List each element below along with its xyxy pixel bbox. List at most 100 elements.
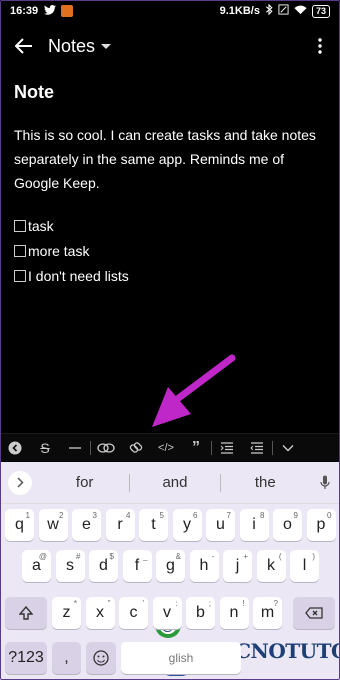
mic-icon[interactable] [310,475,340,490]
suggestion-2[interactable]: and [130,474,219,491]
key-label: l [302,557,307,574]
key-label: d [99,557,108,574]
symbols-key[interactable]: ?123 [5,642,47,674]
task-checkbox[interactable] [14,244,26,257]
key-d[interactable]: d $ [89,550,118,582]
key-hint: * [73,599,77,608]
indent-icon[interactable] [212,434,242,462]
outdent-icon[interactable] [242,434,272,462]
link-chain-icon[interactable] [91,434,121,462]
space-key[interactable]: glish [121,642,241,674]
key-s[interactable]: s # [55,550,85,582]
key-label: j [235,557,240,574]
strikethrough-icon[interactable]: S [30,434,60,462]
key-e[interactable]: e3 [72,509,101,541]
status-right: 9.1KB/s 73 [219,3,330,18]
more-vert-icon [318,38,322,54]
horizontal-rule-icon[interactable] [60,434,90,462]
suggestion-1[interactable]: for [40,474,129,491]
code-icon[interactable]: </> [151,434,181,462]
key-m[interactable]: m? [253,597,282,629]
key-hint: & [175,552,181,561]
note-editor[interactable]: Note This is so cool. I can create tasks… [14,82,326,288]
quote-icon[interactable]: ” [181,434,211,462]
key-a[interactable]: a @ [22,550,51,582]
wifi-icon [294,5,307,18]
overflow-menu-button[interactable] [300,26,340,66]
key-h[interactable]: h- [189,550,219,582]
backspace-circle-icon[interactable] [0,434,30,462]
task-item[interactable]: task [14,213,326,238]
backspace-key[interactable] [293,597,335,629]
code-label: </> [158,441,174,454]
key-p[interactable]: p0 [306,509,336,541]
key-g[interactable]: g & [156,550,185,582]
key-b[interactable]: b; [186,597,215,629]
key-hint: 0 [327,511,332,520]
formatting-toolbar: S </> ” [0,433,340,461]
task-item[interactable]: more task [14,238,326,263]
link-icon[interactable] [121,434,151,462]
key-label: n [229,604,239,621]
key-label: y [183,516,191,533]
key-hint: 4 [126,511,131,520]
key-hint: + [243,552,248,561]
dropdown-caret-icon [101,43,112,49]
key-label: i [252,516,256,533]
note-body[interactable]: This is so cool. I can create tasks and … [14,123,326,195]
notes-dropdown[interactable]: Notes [48,36,112,57]
key-f[interactable]: f _ [122,550,152,582]
chevron-down-icon[interactable] [273,434,303,462]
key-hint: 9 [293,511,298,520]
key-t[interactable]: t5 [139,509,168,541]
key-label: u [216,516,225,533]
key-label: m [260,604,275,621]
task-item[interactable]: I don't need lists [14,263,326,288]
twitter-icon [44,4,57,18]
key-x[interactable]: x " [85,597,115,629]
key-i[interactable]: i8 [239,509,269,541]
note-title[interactable]: Note [14,82,326,103]
key-hint: ( [278,552,282,561]
key-o[interactable]: o9 [273,509,302,541]
key-w[interactable]: w2 [38,509,68,541]
key-z[interactable]: z * [52,597,81,629]
key-hint: 1 [25,511,30,520]
back-button[interactable] [0,26,48,66]
arrow-left-icon [15,38,32,54]
key-l[interactable]: l) [290,550,319,582]
key-hint: 5 [159,511,164,520]
key-label: s [66,557,74,574]
emoji-icon [93,650,109,666]
key-v[interactable]: v: [152,597,182,629]
key-label: e [82,516,91,533]
key-hint: 6 [193,511,198,520]
sim-icon [278,4,289,18]
key-y[interactable]: y6 [172,509,202,541]
expand-suggestions-button[interactable] [8,470,32,495]
key-hint: @ [38,552,47,561]
suggestion-3[interactable]: the [221,474,310,491]
key-u[interactable]: u7 [206,509,235,541]
emoji-key[interactable] [86,642,116,674]
task-checkbox[interactable] [14,219,26,232]
key-label: h [199,557,209,574]
comma-key[interactable]: , [52,642,81,674]
shift-key[interactable] [5,597,47,629]
key-k[interactable]: k( [256,550,286,582]
key-label: f [134,557,140,574]
key-j[interactable]: j + [223,550,252,582]
key-label: , [64,649,69,666]
key-label: r [117,516,123,533]
key-hint: ! [242,599,245,608]
status-bar: 16:39 9.1KB/s 73 [0,0,340,22]
key-q[interactable]: q1 [5,509,34,541]
key-label: g [166,557,175,574]
key-label: v [163,604,171,621]
task-checkbox[interactable] [14,269,26,282]
key-n[interactable]: n! [219,597,249,629]
key-r[interactable]: r4 [105,509,135,541]
key-hint: - [211,552,215,561]
key-c[interactable]: c ' [119,597,148,629]
network-speed: 9.1KB/s [219,5,260,17]
